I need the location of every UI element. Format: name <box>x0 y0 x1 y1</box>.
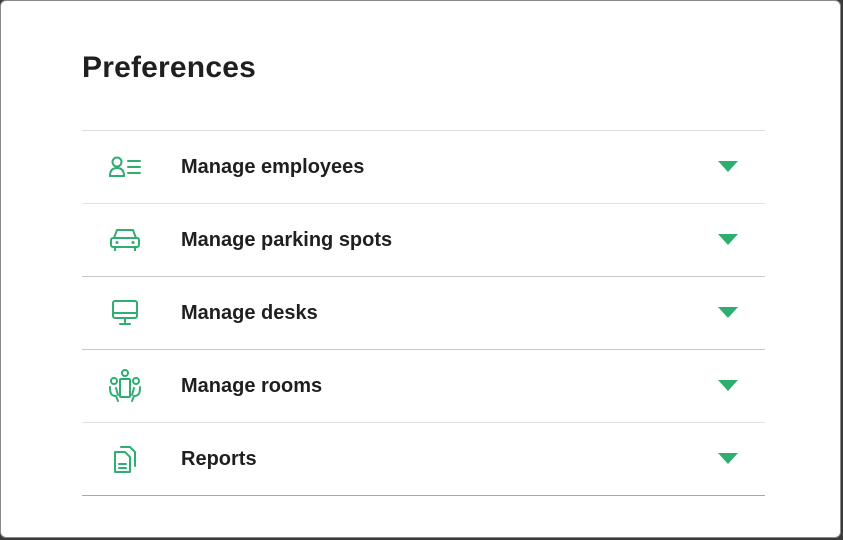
chevron-down-icon[interactable] <box>718 453 738 465</box>
chevron-down-icon[interactable] <box>718 234 738 246</box>
desktop-monitor-icon <box>108 296 142 330</box>
section-manage-rooms[interactable]: Manage rooms <box>82 350 765 423</box>
meeting-room-icon <box>108 369 142 403</box>
page-title: Preferences <box>82 51 256 84</box>
employee-list-icon <box>108 150 142 184</box>
section-manage-employees[interactable]: Manage employees <box>82 131 765 204</box>
chevron-down-icon[interactable] <box>718 380 738 392</box>
documents-icon <box>108 442 142 476</box>
chevron-down-icon[interactable] <box>718 161 738 173</box>
chevron-down-icon[interactable] <box>718 307 738 319</box>
preferences-panel: Preferences Manage employees Manage park… <box>0 0 841 538</box>
section-label: Reports <box>181 447 257 470</box>
section-label: Manage employees <box>181 155 365 178</box>
section-label: Manage rooms <box>181 374 323 397</box>
preferences-accordion: Manage employees Manage parking spots Ma… <box>82 130 765 496</box>
section-label: Manage parking spots <box>181 228 393 251</box>
car-icon <box>108 223 142 257</box>
section-manage-parking-spots[interactable]: Manage parking spots <box>82 204 765 277</box>
section-reports[interactable]: Reports <box>82 423 765 496</box>
section-label: Manage desks <box>181 301 318 324</box>
section-manage-desks[interactable]: Manage desks <box>82 277 765 350</box>
